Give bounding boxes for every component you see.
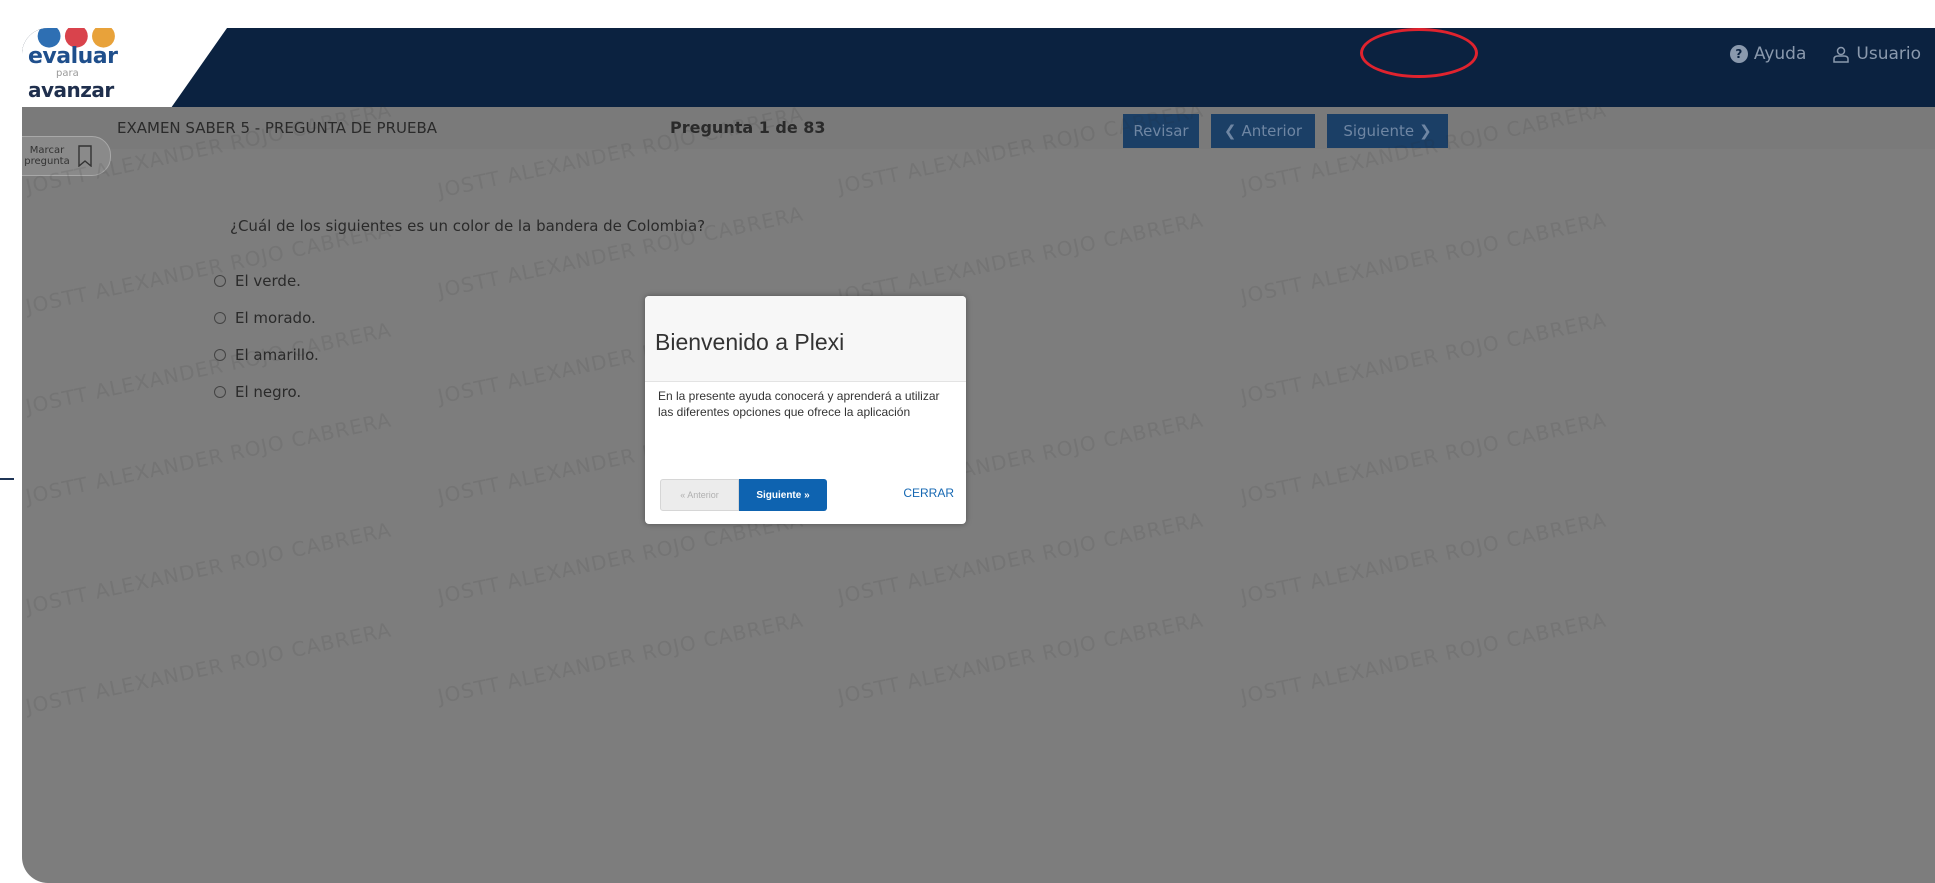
watermark: JOSTT ALEXANDER ROJO CABRERA <box>1238 407 1609 509</box>
watermark: JOSTT ALEXANDER ROJO CABRERA <box>1238 607 1609 709</box>
answer-options: El verde. El morado. El amarillo. El neg… <box>214 262 319 410</box>
logo-text-evaluar: evaluar <box>28 44 118 69</box>
dialog-actions: « Anterior Siguiente » CERRAR <box>660 479 956 511</box>
help-circle-icon: ? <box>1729 45 1748 63</box>
next-label: Siguiente <box>1343 122 1415 140</box>
dialog-next-button[interactable]: Siguiente » <box>739 479 827 511</box>
welcome-dialog: Bienvenido a Plexi En la presente ayuda … <box>645 296 966 524</box>
watermark: JOSTT ALEXANDER ROJO CABRERA <box>835 207 1206 309</box>
answer-option-label: El verde. <box>235 271 301 290</box>
chevron-left-icon: ❮ <box>1223 122 1237 140</box>
logo: ●●● evaluar para avanzar <box>22 28 227 107</box>
top-header: ●●● evaluar para avanzar ? Ayuda Usuario <box>22 28 1935 107</box>
app-window: ●●● evaluar para avanzar ? Ayuda Usuario… <box>22 28 1935 883</box>
radio-icon[interactable] <box>214 274 226 287</box>
logo-text-avanzar: avanzar <box>28 78 114 102</box>
watermark: JOSTT ALEXANDER ROJO CABRERA <box>23 407 394 509</box>
exam-title: EXAMEN SABER 5 - PREGUNTA DE PRUEBA <box>117 119 438 137</box>
watermark: JOSTT ALEXANDER ROJO CABRERA <box>835 607 1206 709</box>
answer-option[interactable]: El amarillo. <box>214 336 319 373</box>
watermark: JOSTT ALEXANDER ROJO CABRERA <box>23 317 394 419</box>
watermark: JOSTT ALEXANDER ROJO CABRERA <box>1238 207 1609 309</box>
exam-toolbar: EXAMEN SABER 5 - PREGUNTA DE PRUEBA Preg… <box>22 107 1935 149</box>
user-label: Usuario <box>1856 44 1921 64</box>
answer-option[interactable]: El verde. <box>214 262 319 299</box>
watermark: JOSTT ALEXANDER ROJO CABRERA <box>23 617 394 719</box>
watermark: JOSTT ALEXANDER ROJO CABRERA <box>1238 507 1609 609</box>
dialog-close-button[interactable]: CERRAR <box>903 486 954 500</box>
watermark: JOSTT ALEXANDER ROJO CABRERA <box>435 607 806 709</box>
watermark: JOSTT ALEXANDER ROJO CABRERA <box>1238 307 1609 409</box>
next-button[interactable]: Siguiente ❯ <box>1327 114 1448 148</box>
mark-question-button[interactable]: Marcar pregunta <box>22 136 111 176</box>
bookmark-icon <box>78 145 92 167</box>
answer-option-label: El amarillo. <box>235 345 319 364</box>
review-button[interactable]: Revisar <box>1123 114 1199 148</box>
answer-option-label: El morado. <box>235 308 316 327</box>
user-icon <box>1833 46 1850 63</box>
help-highlight-circle <box>1360 28 1478 78</box>
mark-question-label: Marcar pregunta <box>24 145 70 167</box>
side-connector-line <box>0 478 14 480</box>
watermark: JOSTT ALEXANDER ROJO CABRERA <box>23 517 394 619</box>
answer-option[interactable]: El negro. <box>214 373 319 410</box>
user-menu[interactable]: Usuario <box>1832 44 1921 64</box>
answer-option[interactable]: El morado. <box>214 299 319 336</box>
radio-icon[interactable] <box>214 311 226 324</box>
dialog-previous-button[interactable]: « Anterior <box>660 479 739 511</box>
previous-button[interactable]: ❮ Anterior <box>1211 114 1315 148</box>
help-link[interactable]: ? Ayuda <box>1729 44 1807 64</box>
chevron-right-icon: ❯ <box>1419 122 1432 140</box>
question-text: ¿Cuál de los siguientes es un color de l… <box>230 217 706 235</box>
radio-icon[interactable] <box>214 385 226 398</box>
previous-label: Anterior <box>1241 122 1303 140</box>
question-counter: Pregunta 1 de 83 <box>670 118 826 137</box>
header-actions: ? Ayuda Usuario <box>1729 44 1921 64</box>
help-label: Ayuda <box>1753 44 1807 64</box>
dialog-title: Bienvenido a Plexi <box>645 296 966 382</box>
radio-icon[interactable] <box>214 348 226 361</box>
dialog-body: En la presente ayuda conocerá y aprender… <box>658 389 940 419</box>
answer-option-label: El negro. <box>235 382 302 401</box>
review-label: Revisar <box>1133 122 1189 140</box>
